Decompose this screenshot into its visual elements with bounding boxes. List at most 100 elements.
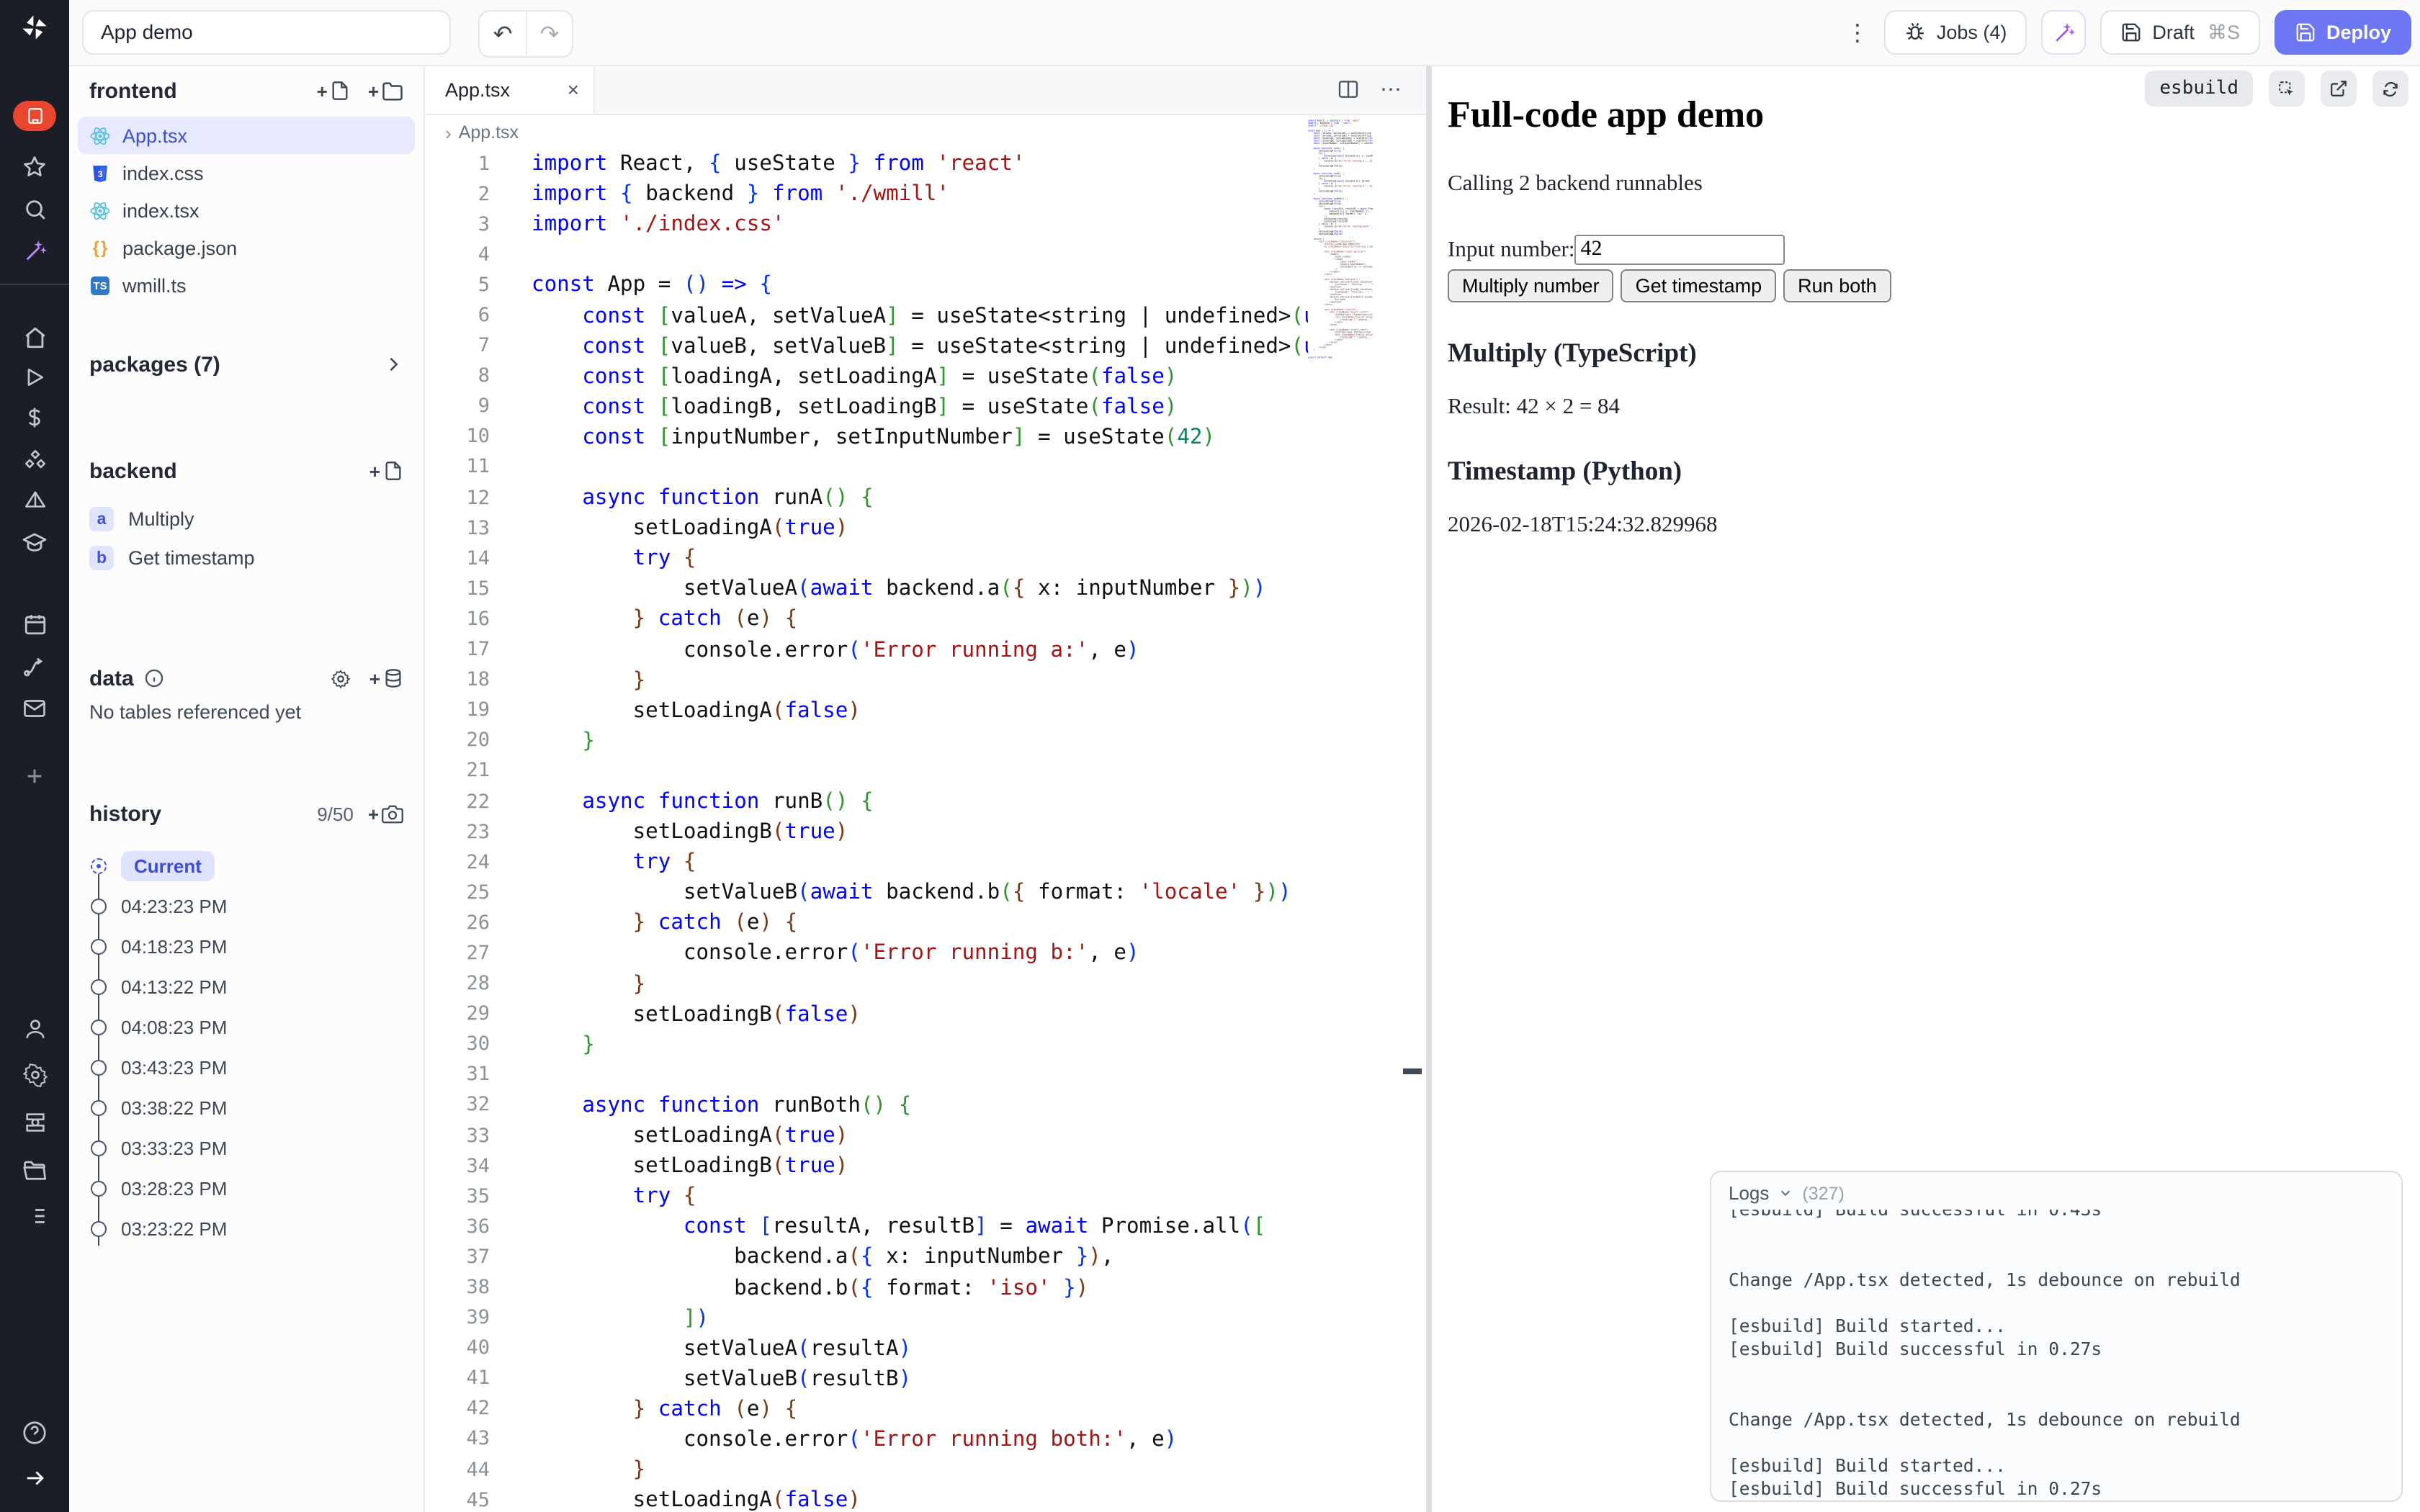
jobs-button[interactable]: Jobs (4) bbox=[1885, 10, 2027, 55]
help-icon[interactable] bbox=[0, 1420, 69, 1446]
chevron-down-icon[interactable] bbox=[1778, 1185, 1793, 1201]
add-folder-button[interactable]: + bbox=[368, 80, 403, 102]
code-line-12[interactable]: 12 async function runA() { bbox=[425, 482, 1308, 513]
code-line-18[interactable]: 18 } bbox=[425, 665, 1308, 695]
plus-icon[interactable] bbox=[0, 765, 69, 788]
add-snapshot-button[interactable]: + bbox=[368, 803, 403, 824]
open-external-icon[interactable] bbox=[2321, 71, 2357, 107]
code-line-2[interactable]: 2import { backend } from './wmill' bbox=[425, 179, 1308, 209]
more-menu-icon[interactable]: ⋮ bbox=[1845, 18, 1870, 47]
file-item-package.json[interactable]: { }package.json bbox=[78, 229, 415, 266]
add-database-button[interactable]: + bbox=[369, 667, 403, 689]
panel-divider[interactable] bbox=[1426, 65, 1432, 1512]
code-line-45[interactable]: 45 setLoadingA(false) bbox=[425, 1485, 1308, 1512]
instance-settings-icon[interactable] bbox=[0, 1110, 69, 1135]
workspace-button[interactable] bbox=[0, 101, 69, 131]
code-line-38[interactable]: 38 backend.b({ format: 'iso' }) bbox=[425, 1272, 1308, 1302]
audit-list-icon[interactable] bbox=[0, 1204, 69, 1228]
file-item-wmill.ts[interactable]: TSwmill.ts bbox=[78, 266, 415, 304]
code-line-13[interactable]: 13 setLoadingA(true) bbox=[425, 513, 1308, 543]
backend-item-b[interactable]: bGet timestamp bbox=[89, 539, 403, 577]
folder-icon[interactable] bbox=[0, 1158, 69, 1184]
minimap[interactable]: import React, { useState } from 'react'i… bbox=[1308, 120, 1373, 429]
history-entry[interactable]: 04:18:23 PM bbox=[89, 926, 403, 966]
code-line-26[interactable]: 26 } catch (e) { bbox=[425, 908, 1308, 938]
input-number-field[interactable] bbox=[1575, 235, 1785, 265]
history-entry[interactable]: 03:38:22 PM bbox=[89, 1087, 403, 1128]
file-item-index.css[interactable]: 3index.css bbox=[78, 154, 415, 192]
code-line-20[interactable]: 20 } bbox=[425, 726, 1308, 756]
collapse-arrow-icon[interactable] bbox=[0, 1466, 69, 1490]
flow-icon[interactable] bbox=[0, 654, 69, 680]
deploy-button[interactable]: Deploy bbox=[2275, 10, 2411, 55]
resources-cubes-icon[interactable] bbox=[0, 448, 69, 472]
code-line-39[interactable]: 39 ]) bbox=[425, 1302, 1308, 1333]
logs-output[interactable]: [esbuild] Build successful in 0.43s Chan… bbox=[1711, 1198, 2401, 1501]
code-line-19[interactable]: 19 setLoadingA(false) bbox=[425, 695, 1308, 725]
inspect-button[interactable] bbox=[2269, 71, 2305, 107]
history-entry[interactable]: 04:13:22 PM bbox=[89, 966, 403, 1007]
code-line-7[interactable]: 7 const [valueB, setValueB] = useState<s… bbox=[425, 330, 1308, 361]
history-entry[interactable]: 04:08:23 PM bbox=[89, 1007, 403, 1047]
code-line-35[interactable]: 35 try { bbox=[425, 1181, 1308, 1211]
code-line-8[interactable]: 8 const [loadingA, setLoadingA] = useSta… bbox=[425, 361, 1308, 391]
triangle-icon[interactable] bbox=[0, 488, 69, 513]
app-title-input[interactable]: App demo bbox=[82, 10, 451, 55]
undo-button[interactable]: ↶ bbox=[480, 12, 526, 56]
chevron-right-icon[interactable] bbox=[383, 354, 403, 374]
code-line-34[interactable]: 34 setLoadingB(true) bbox=[425, 1151, 1308, 1181]
code-line-5[interactable]: 5const App = () => { bbox=[425, 270, 1308, 300]
code-line-17[interactable]: 17 console.error('Error running a:', e) bbox=[425, 634, 1308, 665]
code-line-30[interactable]: 30 } bbox=[425, 1029, 1308, 1059]
history-entry[interactable]: 03:43:23 PM bbox=[89, 1047, 403, 1087]
file-item-index.tsx[interactable]: index.tsx bbox=[78, 192, 415, 229]
run-both-button[interactable]: Run both bbox=[1783, 269, 1891, 302]
mail-icon[interactable] bbox=[0, 696, 69, 721]
code-line-6[interactable]: 6 const [valueA, setValueA] = useState<s… bbox=[425, 300, 1308, 330]
add-file-button[interactable]: + bbox=[317, 80, 351, 102]
code-line-31[interactable]: 31 bbox=[425, 1060, 1308, 1090]
code-line-29[interactable]: 29 setLoadingB(false) bbox=[425, 999, 1308, 1029]
data-settings-gear-icon[interactable] bbox=[331, 667, 352, 689]
code-line-44[interactable]: 44 } bbox=[425, 1454, 1308, 1485]
breadcrumb[interactable]: › App.tsx bbox=[425, 115, 1426, 150]
backend-item-a[interactable]: aMultiply bbox=[89, 500, 403, 539]
packages-section-header[interactable]: packages (7) bbox=[89, 347, 403, 382]
info-icon[interactable] bbox=[144, 668, 164, 688]
code-line-24[interactable]: 24 try { bbox=[425, 847, 1308, 877]
close-tab-icon[interactable]: × bbox=[568, 78, 579, 101]
history-entry[interactable]: 03:33:23 PM bbox=[89, 1128, 403, 1168]
code-line-14[interactable]: 14 try { bbox=[425, 543, 1308, 573]
history-entry[interactable]: 04:23:23 PM bbox=[89, 886, 403, 926]
resize-handle[interactable] bbox=[1403, 1068, 1422, 1074]
variables-dollar-icon[interactable] bbox=[0, 406, 69, 429]
home-icon[interactable] bbox=[0, 325, 69, 350]
windmill-logo[interactable] bbox=[0, 13, 69, 42]
draft-button[interactable]: Draft ⌘S bbox=[2100, 10, 2260, 55]
code-line-23[interactable]: 23 setLoadingB(true) bbox=[425, 816, 1308, 847]
code-line-15[interactable]: 15 setValueA(await backend.a({ x: inputN… bbox=[425, 574, 1308, 604]
graduation-cap-icon[interactable] bbox=[0, 530, 69, 556]
code-line-25[interactable]: 25 setValueB(await backend.b({ format: '… bbox=[425, 878, 1308, 908]
file-item-App.tsx[interactable]: App.tsx bbox=[78, 117, 415, 154]
ai-assistant-button[interactable] bbox=[2041, 10, 2086, 55]
history-current-row[interactable]: Current bbox=[89, 845, 403, 886]
code-line-21[interactable]: 21 bbox=[425, 756, 1308, 786]
code-line-3[interactable]: 3import './index.css' bbox=[425, 209, 1308, 239]
runs-play-icon[interactable] bbox=[0, 366, 69, 389]
logs-dropdown[interactable]: Logs bbox=[1729, 1182, 1769, 1204]
code-line-22[interactable]: 22 async function runB() { bbox=[425, 786, 1308, 816]
gear-icon[interactable] bbox=[0, 1063, 69, 1087]
code-area[interactable]: 1import React, { useState } from 'react'… bbox=[425, 148, 1308, 1512]
user-icon[interactable] bbox=[0, 1017, 69, 1041]
multiply-number-button[interactable]: Multiply number bbox=[1448, 269, 1614, 302]
get-timestamp-button[interactable]: Get timestamp bbox=[1621, 269, 1777, 302]
code-line-10[interactable]: 10 const [inputNumber, setInputNumber] =… bbox=[425, 422, 1308, 452]
schedules-calendar-icon[interactable] bbox=[0, 612, 69, 636]
history-entry[interactable]: 03:28:23 PM bbox=[89, 1168, 403, 1208]
code-line-9[interactable]: 9 const [loadingB, setLoadingB] = useSta… bbox=[425, 392, 1308, 422]
code-line-41[interactable]: 41 setValueB(resultB) bbox=[425, 1364, 1308, 1394]
star-icon[interactable] bbox=[0, 154, 69, 180]
editor-more-icon[interactable]: ⋯ bbox=[1380, 76, 1403, 102]
code-line-36[interactable]: 36 const [resultA, resultB] = await Prom… bbox=[425, 1212, 1308, 1242]
